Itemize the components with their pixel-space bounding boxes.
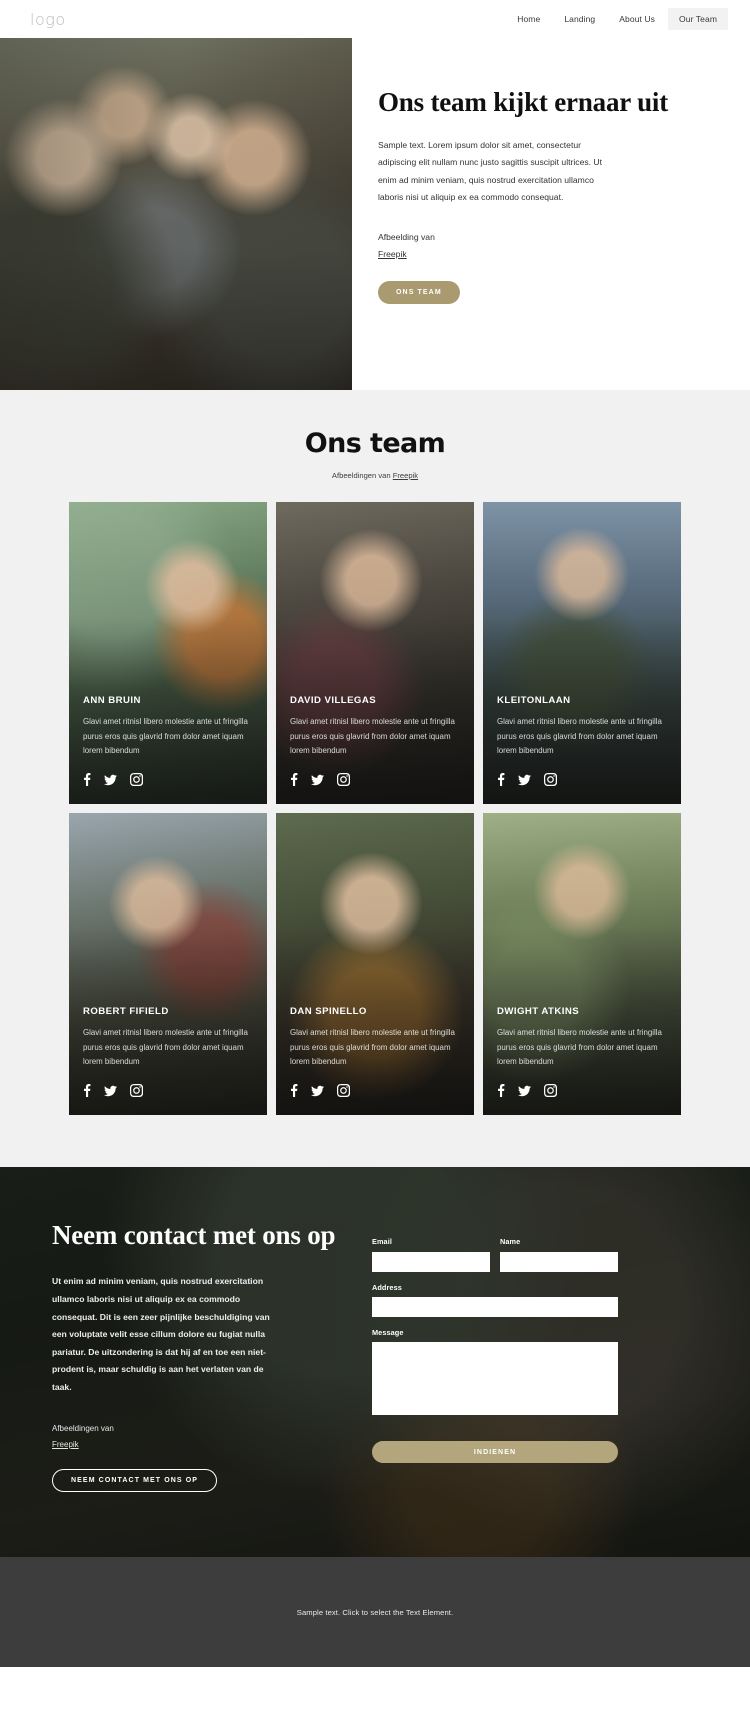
twitter-icon[interactable] [518, 1085, 531, 1097]
team-subtitle-link[interactable]: Freepik [393, 471, 418, 480]
hero-title: Ons team kijkt ernaar uit [378, 87, 668, 117]
facebook-icon[interactable] [497, 773, 505, 786]
site-logo[interactable]: logo [30, 10, 66, 29]
field-email: Email [372, 1237, 490, 1272]
instagram-icon[interactable] [130, 1084, 143, 1097]
team-social-links [290, 1084, 460, 1097]
team-member-name: KLEITONLAAN [497, 695, 571, 707]
twitter-icon[interactable] [311, 774, 324, 786]
email-input[interactable] [372, 1251, 490, 1272]
team-section-title: Ons team [304, 428, 446, 459]
site-footer: Sample text. Click to select the Text El… [0, 1557, 750, 1667]
contact-credit: Afbeeldingen van Freepik [52, 1421, 352, 1453]
team-card[interactable]: KLEITONLAAN Glavi amet ritnisl libero mo… [483, 502, 681, 804]
address-input[interactable] [372, 1297, 618, 1317]
facebook-icon[interactable] [290, 1084, 298, 1097]
nav-item-about-us[interactable]: About Us [608, 8, 666, 30]
field-message: Message [372, 1328, 618, 1420]
contact-credit-label: Afbeeldingen van [52, 1423, 114, 1433]
instagram-icon[interactable] [544, 1084, 557, 1097]
facebook-icon[interactable] [290, 773, 298, 786]
contact-form: Email Name Address Message INDIENEN [372, 1219, 618, 1492]
team-card-content: ANN BRUIN Glavi amet ritnisl libero mole… [83, 695, 253, 786]
team-social-links [497, 773, 667, 786]
nav-item-our-team[interactable]: Our Team [668, 8, 728, 30]
contact-left-column: Neem contact met ons op Ut enim ad minim… [52, 1219, 352, 1492]
contact-cta-button[interactable]: NEEM CONTACT MET ONS OP [52, 1468, 218, 1492]
hero-image [0, 38, 352, 390]
team-card-content: DAN SPINELLO Glavi amet ritnisl libero m… [290, 1006, 460, 1097]
hero-body-text: Sample text. Lorem ipsum dolor sit amet,… [378, 139, 603, 203]
team-card[interactable]: ROBERT FIFIELD Glavi amet ritnisl libero… [69, 813, 267, 1115]
main-navigation: Home Landing About Us Our Team [506, 8, 728, 30]
team-member-name: ANN BRUIN [83, 695, 141, 707]
hero-credit-label: Afbeelding van [378, 232, 435, 243]
team-card-content: DAVID VILLEGAS Glavi amet ritnisl libero… [290, 695, 460, 786]
team-member-description: Glavi amet ritnisl libero molestie ante … [83, 717, 248, 756]
footer-text: Sample text. Click to select the Text El… [296, 1607, 454, 1617]
hero-credit-link[interactable]: Freepik [378, 249, 407, 259]
field-name: Name [500, 1237, 618, 1272]
contact-section: Neem contact met ons op Ut enim ad minim… [0, 1167, 750, 1557]
field-address: Address [372, 1282, 618, 1317]
instagram-icon[interactable] [337, 1084, 350, 1097]
hero-image-overlay [0, 38, 352, 390]
team-member-name: ROBERT FIFIELD [83, 1006, 169, 1018]
team-member-name: DAN SPINELLO [290, 1006, 367, 1018]
instagram-icon[interactable] [130, 773, 143, 786]
instagram-icon[interactable] [337, 773, 350, 786]
team-card-content: DWIGHT ATKINS Glavi amet ritnisl libero … [497, 1006, 667, 1097]
team-card[interactable]: DWIGHT ATKINS Glavi amet ritnisl libero … [483, 813, 681, 1115]
team-grid: ANN BRUIN Glavi amet ritnisl libero mole… [69, 502, 681, 1115]
team-social-links [497, 1084, 667, 1097]
hero-credit: Afbeelding van Freepik [378, 229, 698, 263]
facebook-icon[interactable] [83, 773, 91, 786]
form-row-email-name: Email Name [372, 1237, 618, 1283]
address-label: Address [372, 1282, 402, 1292]
twitter-icon[interactable] [104, 1085, 117, 1097]
team-subtitle-prefix: Afbeeldingen van [331, 471, 393, 480]
hero-section: Ons team kijkt ernaar uit Sample text. L… [0, 38, 750, 390]
team-social-links [83, 773, 253, 786]
message-textarea[interactable] [372, 1342, 618, 1415]
instagram-icon[interactable] [544, 773, 557, 786]
hero-cta-button[interactable]: ONS TEAM [378, 281, 460, 305]
team-social-links [290, 773, 460, 786]
team-member-name: DWIGHT ATKINS [497, 1006, 580, 1018]
team-card-content: ROBERT FIFIELD Glavi amet ritnisl libero… [83, 1006, 253, 1097]
submit-button[interactable]: INDIENEN [372, 1441, 618, 1463]
team-card[interactable]: DAVID VILLEGAS Glavi amet ritnisl libero… [276, 502, 474, 804]
team-section: Ons team Afbeeldingen van Freepik ANN BR… [0, 390, 750, 1167]
team-card-content: KLEITONLAAN Glavi amet ritnisl libero mo… [497, 695, 667, 786]
nav-item-landing[interactable]: Landing [553, 8, 606, 30]
team-member-name: DAVID VILLEGAS [290, 695, 377, 707]
twitter-icon[interactable] [311, 1085, 324, 1097]
email-label: Email [372, 1237, 392, 1246]
contact-credit-link[interactable]: Freepik [52, 1440, 79, 1449]
team-section-subtitle: Afbeeldingen van Freepik [0, 471, 750, 480]
team-social-links [83, 1084, 253, 1097]
team-member-description: Glavi amet ritnisl libero molestie ante … [290, 717, 455, 756]
name-input[interactable] [500, 1251, 618, 1272]
twitter-icon[interactable] [104, 774, 117, 786]
twitter-icon[interactable] [518, 774, 531, 786]
team-card[interactable]: ANN BRUIN Glavi amet ritnisl libero mole… [69, 502, 267, 804]
hero-content: Ons team kijkt ernaar uit Sample text. L… [352, 38, 750, 390]
team-member-description: Glavi amet ritnisl libero molestie ante … [497, 717, 662, 756]
facebook-icon[interactable] [83, 1084, 91, 1097]
site-header: logo Home Landing About Us Our Team [0, 0, 750, 38]
message-label: Message [372, 1328, 404, 1337]
page-root: logo Home Landing About Us Our Team Ons … [0, 0, 750, 1667]
team-member-description: Glavi amet ritnisl libero molestie ante … [290, 1028, 455, 1067]
name-label: Name [500, 1237, 521, 1246]
contact-body-text: Ut enim ad minim veniam, quis nostrud ex… [52, 1276, 270, 1393]
contact-title: Neem contact met ons op [52, 1220, 336, 1250]
team-member-description: Glavi amet ritnisl libero molestie ante … [83, 1028, 248, 1067]
team-member-description: Glavi amet ritnisl libero molestie ante … [497, 1028, 662, 1067]
team-card[interactable]: DAN SPINELLO Glavi amet ritnisl libero m… [276, 813, 474, 1115]
nav-item-home[interactable]: Home [506, 8, 551, 30]
contact-content: Neem contact met ons op Ut enim ad minim… [0, 1167, 750, 1492]
facebook-icon[interactable] [497, 1084, 505, 1097]
